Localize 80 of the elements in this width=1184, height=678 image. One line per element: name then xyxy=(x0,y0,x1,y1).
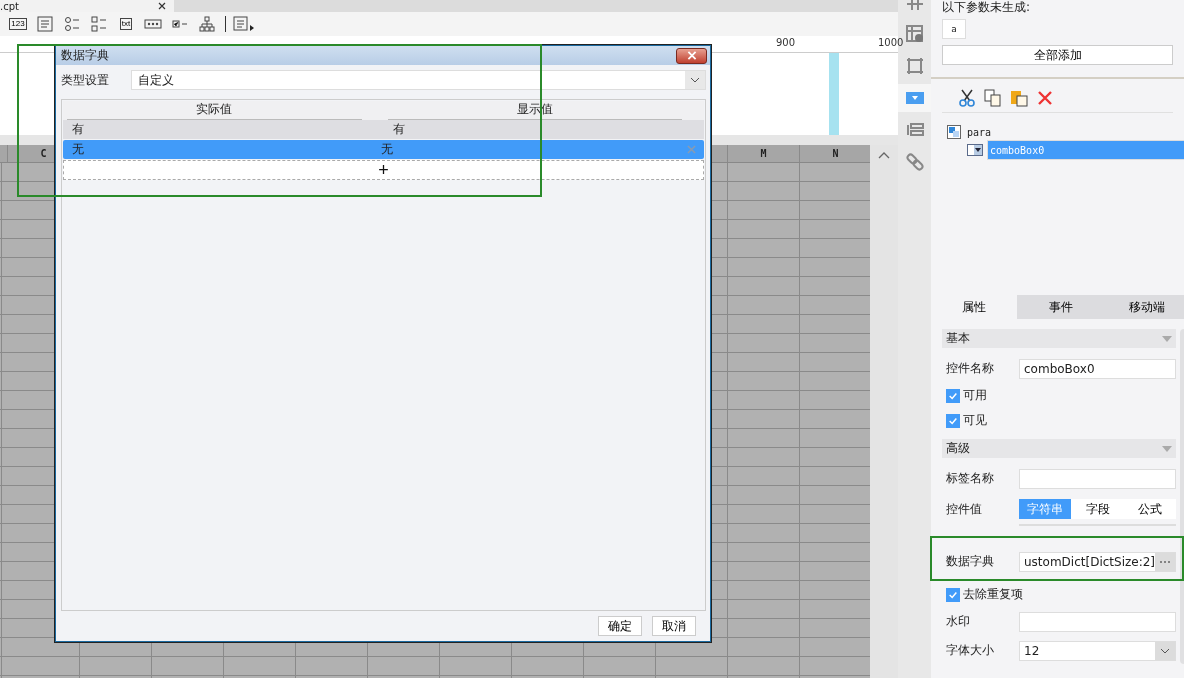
checkbox-label: 去除重复项 xyxy=(963,586,1023,603)
checkbox-label: 可用 xyxy=(963,387,987,404)
dropdown-icon xyxy=(905,92,924,104)
column-header[interactable]: C xyxy=(40,148,47,159)
ruler-label: 900 xyxy=(776,37,796,48)
combobox-icon xyxy=(967,144,983,156)
column-header[interactable]: M xyxy=(760,148,767,159)
dropdown-rail-button[interactable] xyxy=(898,84,931,112)
add-all-button[interactable]: 全部添加 xyxy=(942,45,1174,65)
link-icon xyxy=(905,153,924,171)
input-field[interactable] xyxy=(1019,468,1177,489)
type-dropdown[interactable]: 自定义 xyxy=(131,70,706,90)
text-widget-button[interactable]: txt xyxy=(115,14,137,34)
property-label: 数据字典 xyxy=(946,553,995,570)
property-tab[interactable]: 属性 xyxy=(931,295,1018,319)
cut-icon[interactable] xyxy=(958,89,976,107)
dictionary-value: ustomDict[DictSize:2] xyxy=(1024,554,1156,569)
property-label: 字体大小 xyxy=(946,642,995,659)
table-cell-text: 有 xyxy=(391,121,406,138)
property-label: 控件值 xyxy=(946,501,983,518)
property-label: 水印 xyxy=(946,613,971,630)
delete-icon[interactable] xyxy=(1036,89,1054,107)
list-more-icon xyxy=(233,16,255,32)
chevron-down-icon xyxy=(1160,647,1171,654)
form-icon xyxy=(947,125,961,139)
close-button[interactable] xyxy=(676,47,707,64)
collapse-icon xyxy=(1162,335,1173,342)
input-field[interactable]: comboBox0 xyxy=(1019,358,1177,379)
number-widget-button[interactable]: 123 xyxy=(7,14,29,34)
checkbox-label: 可见 xyxy=(963,412,987,429)
input-field[interactable] xyxy=(1019,611,1177,632)
property-label: 标签名称 xyxy=(946,470,995,487)
section-header[interactable]: 高级 xyxy=(942,439,1177,458)
dialog-button[interactable]: 取消 xyxy=(652,616,696,636)
table-cell-text: 无 xyxy=(379,141,394,158)
copy-icon[interactable] xyxy=(984,89,1002,107)
scrollbar[interactable] xyxy=(870,145,898,678)
dialog-button[interactable]: 确定 xyxy=(598,616,642,636)
close-icon[interactable] xyxy=(158,2,166,10)
section-header[interactable]: 基本 xyxy=(942,329,1177,348)
checkmark-icon xyxy=(948,390,958,401)
params-title: 以下参数未生成: xyxy=(942,0,1032,16)
more-button[interactable] xyxy=(1155,552,1176,571)
list-icon xyxy=(905,122,924,138)
table-row[interactable]: 无 无 xyxy=(63,140,704,159)
ellipsis-icon xyxy=(1159,559,1172,564)
table-info-icon xyxy=(905,25,924,43)
checkmark-icon xyxy=(948,589,958,600)
text-area-icon xyxy=(37,16,53,32)
collapse-icon xyxy=(1162,445,1173,452)
type-label: 类型设置 xyxy=(61,71,110,89)
dictionary-field[interactable]: ustomDict[DictSize:2] xyxy=(1019,551,1177,572)
textarea-widget-button[interactable] xyxy=(34,14,56,34)
font-size-dropdown[interactable]: 12 xyxy=(1019,640,1177,661)
more-widget-button[interactable] xyxy=(233,14,255,34)
table-cell-text: 有 xyxy=(71,121,85,138)
tree-icon xyxy=(199,16,215,32)
table-row[interactable]: 有 有 xyxy=(63,120,704,139)
checkbox[interactable] xyxy=(946,388,960,403)
chevron-down-icon xyxy=(690,77,700,83)
checkbox[interactable] xyxy=(946,413,960,428)
password-icon xyxy=(144,16,162,32)
checkbox-group-icon xyxy=(91,16,107,32)
dialog-title: 数据字典 xyxy=(61,47,109,64)
paste-icon[interactable] xyxy=(1010,89,1028,107)
checkmark-icon xyxy=(948,415,958,426)
radio-group-icon xyxy=(64,16,80,32)
scroll-up-icon[interactable] xyxy=(878,151,890,159)
property-label: 控件名称 xyxy=(946,360,995,377)
ruler-label: 1000 xyxy=(878,37,904,48)
tree-widget-button[interactable] xyxy=(196,14,218,34)
parameter-chip[interactable]: a xyxy=(942,19,966,39)
column-header[interactable]: N xyxy=(832,148,839,159)
document-tab[interactable]: .cpt xyxy=(0,0,174,12)
add-row-button[interactable]: + xyxy=(63,160,704,180)
table-cell-text: 无 xyxy=(71,141,85,158)
checkbox[interactable] xyxy=(946,587,960,602)
frame-icon xyxy=(905,57,924,75)
close-icon xyxy=(686,51,697,60)
tree-item[interactable]: para xyxy=(965,124,994,140)
